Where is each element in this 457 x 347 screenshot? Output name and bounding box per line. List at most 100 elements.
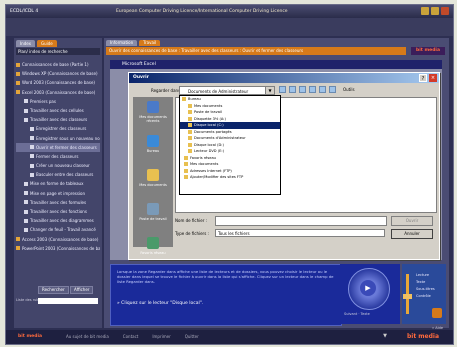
app-id: ECDL/ICDL 4 xyxy=(10,9,39,14)
control-option[interactable]: Sous-titres xyxy=(416,286,435,293)
delete-icon[interactable] xyxy=(309,86,316,93)
control-option[interactable]: Texte xyxy=(416,279,435,286)
filename-input[interactable] xyxy=(215,216,387,226)
brand-logo: bit media xyxy=(411,47,445,55)
chevron-down-icon[interactable]: ▼ xyxy=(383,333,387,339)
bottom-brand: bit media xyxy=(18,334,43,339)
tree-item-label: Access 2003 (Connaissances de base) xyxy=(22,236,99,242)
tree-item[interactable]: Enregistrer sous un nouveau nom xyxy=(16,134,100,143)
control-option[interactable]: Contrôle xyxy=(416,293,435,300)
look-in-value: Documents de Administrateur xyxy=(188,89,249,94)
close-icon[interactable] xyxy=(441,7,449,15)
instruction-text: Lorsque la zone Regarder dans affiche un… xyxy=(117,269,334,284)
search-button[interactable]: Rechercher xyxy=(38,286,69,294)
toggle-button[interactable] xyxy=(432,308,442,318)
tree-item[interactable]: Basculer entre des classeurs xyxy=(16,170,100,179)
tree-item[interactable]: Travailler avec des classeurs xyxy=(16,115,100,124)
place-icon xyxy=(147,237,159,249)
tree-item-label: Windows XP (Connaissances de base) xyxy=(22,71,98,77)
tree-item-label: Enregistrer des classeurs xyxy=(36,126,87,132)
page-icon xyxy=(24,218,28,223)
tree-item[interactable]: Excel 2003 (Connaissances de base) xyxy=(16,88,100,97)
tab-guide[interactable]: Guide xyxy=(37,40,57,47)
filename-row: Nom de fichier : Ouvrir xyxy=(175,216,435,226)
place-label: Mes documents xyxy=(139,183,167,187)
place-icon xyxy=(147,101,159,113)
new-folder-icon[interactable] xyxy=(319,86,326,93)
tree-item[interactable]: PowerPoint 2003 (Connaissances de base) xyxy=(16,244,100,253)
place-5[interactable]: Favoris réseau xyxy=(133,237,173,267)
place-1[interactable]: Mes documents récents xyxy=(133,101,173,131)
tree-item[interactable]: Travailler avec des fonctions xyxy=(16,207,100,216)
tree-item[interactable]: Changer de feuil - Travail avancé xyxy=(16,225,100,234)
tree-item-label: Word 2003 (Connaissances de base) xyxy=(22,80,95,86)
tree-item[interactable]: Windows XP (Connaissances de base) xyxy=(16,69,100,78)
left-tabs: Index Guide xyxy=(16,40,57,47)
tree-item-label: Travailler avec des fonctions xyxy=(30,209,87,214)
tree-item-label: Travailler avec des cellules xyxy=(30,107,84,113)
open-button[interactable]: Ouvrir xyxy=(391,216,433,226)
window-title: European Computer Driving Licence/Intern… xyxy=(116,9,288,14)
tab-work[interactable]: Travail xyxy=(139,40,161,46)
tab-index[interactable]: Index xyxy=(16,40,36,47)
application-window: ECDL/ICDL 4 European Computer Driving Li… xyxy=(5,4,454,345)
place-3[interactable]: Mes documents xyxy=(133,169,173,199)
tree-item[interactable]: Fermer des classeurs xyxy=(16,152,100,161)
dialog-close-icon[interactable]: × xyxy=(429,74,437,82)
side-controls: Lecture Texte Sous-titres Contrôle xyxy=(402,264,446,324)
place-4[interactable]: Poste de travail xyxy=(133,203,173,233)
tree-item[interactable]: Mise en forme de tableaux xyxy=(16,179,100,188)
tree-item[interactable]: Créer un nouveau classeur xyxy=(16,161,100,170)
maximize-icon[interactable] xyxy=(431,7,439,15)
volume-knob[interactable] xyxy=(403,294,412,299)
tree-item-label: Créer un nouveau classeur xyxy=(36,163,90,169)
dropdown-item[interactable]: Ajouter/Modifier des sites FTP xyxy=(180,174,280,181)
place-label: Mes documents récents xyxy=(139,115,167,123)
drive-icon xyxy=(184,168,188,173)
page-icon xyxy=(24,117,28,122)
tree-item[interactable]: Mise en page et impression xyxy=(16,189,100,198)
up-folder-icon[interactable] xyxy=(289,86,296,93)
chevron-down-icon[interactable]: ▼ xyxy=(265,87,274,94)
views-icon[interactable] xyxy=(329,86,336,93)
instruction-step: » Cliquez sur le lecteur "Disque local". xyxy=(117,301,204,306)
cancel-button[interactable]: Annuler xyxy=(391,229,433,239)
minimize-icon[interactable] xyxy=(421,7,429,15)
tree-item[interactable]: Ouvrir et fermer des classeurs xyxy=(16,142,100,152)
breadcrumb: Ouvrir des connaissances de base : Trava… xyxy=(106,47,406,55)
bottom-menu-item[interactable]: Imprimer xyxy=(152,334,170,339)
drive-icon xyxy=(184,162,188,167)
topic-search-input[interactable] xyxy=(38,298,98,304)
page-icon xyxy=(30,145,34,150)
bottom-menu-item[interactable]: Quitter xyxy=(185,334,199,339)
tree-item[interactable]: Connaissances de base (Partie 1) xyxy=(16,60,100,69)
place-2[interactable]: Bureau xyxy=(133,135,173,165)
search-web-icon[interactable] xyxy=(299,86,306,93)
instruction-panel: Lorsque la zone Regarder dans affiche un… xyxy=(110,264,342,326)
tree-item[interactable]: Enregistrer des classeurs xyxy=(16,124,100,133)
tree-item[interactable]: Travailler avec des cellules xyxy=(16,106,100,115)
tree-item[interactable]: Premiers pas xyxy=(16,97,100,106)
show-button[interactable]: Afficher xyxy=(70,286,94,294)
tree-item[interactable]: Travailler avec des diagrammes xyxy=(16,216,100,225)
page-icon xyxy=(24,227,28,232)
control-option[interactable]: Lecture xyxy=(416,272,435,279)
control-list: Lecture Texte Sous-titres Contrôle xyxy=(416,272,435,300)
look-in-select[interactable]: Documents de Administrateur ▼ xyxy=(179,86,275,95)
tree-item-label: Changer de feuil - Travail avancé xyxy=(30,227,96,233)
filetype-select[interactable]: Tous les fichiers xyxy=(215,229,385,237)
tree-item[interactable]: Access 2003 (Connaissances de base) xyxy=(16,235,100,244)
back-icon[interactable] xyxy=(279,86,286,93)
tree-item[interactable]: Travailler avec des formules xyxy=(16,198,100,207)
tab-information[interactable]: Information xyxy=(106,40,138,46)
help-icon[interactable]: ? xyxy=(419,74,427,82)
place-label: Poste de travail xyxy=(139,217,167,221)
play-icon[interactable]: ▶ xyxy=(360,280,376,296)
bottom-menu-item[interactable]: Contact xyxy=(123,334,139,339)
page-icon xyxy=(30,163,34,168)
dropdown-item-label: Ajouter/Modifier des sites FTP xyxy=(190,175,244,179)
bottom-menu-item[interactable]: Au sujet de bit media xyxy=(66,334,109,339)
window-controls xyxy=(421,7,449,15)
tools-menu[interactable]: Outils xyxy=(343,87,355,92)
tree-item[interactable]: Word 2003 (Connaissances de base) xyxy=(16,78,100,87)
